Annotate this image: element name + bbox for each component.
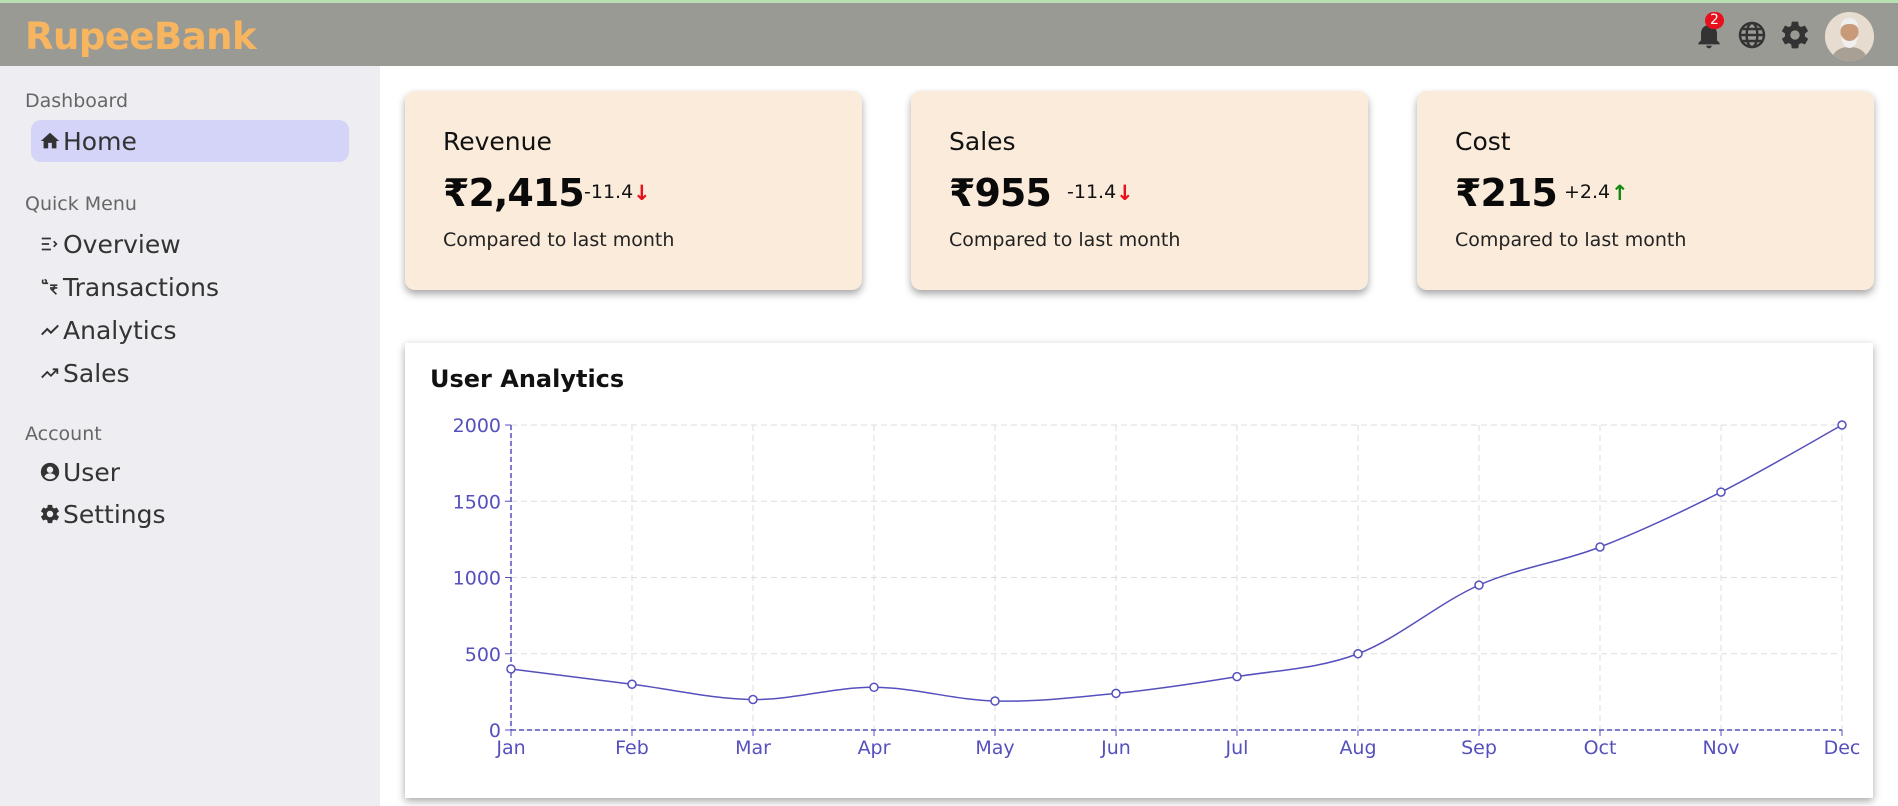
data-point bbox=[506, 664, 516, 674]
cost-card: Cost ₹215 +2.4 ↑ Compared to last month bbox=[1417, 91, 1874, 290]
globe-icon[interactable] bbox=[1736, 19, 1768, 51]
user-analytics-chart: 0500100015002000Jan Feb Mar Apr May Jun Jul Aug… bbox=[453, 415, 1861, 759]
sidebar-item-label: Home bbox=[63, 126, 137, 156]
y-tick-label: 2000 bbox=[453, 415, 501, 437]
sidebar-item-label: Settings bbox=[63, 499, 166, 529]
avatar[interactable] bbox=[1825, 12, 1874, 61]
x-tick-label: Apr bbox=[858, 737, 891, 759]
data-point bbox=[1232, 671, 1242, 682]
y-tick-label: 1500 bbox=[453, 491, 501, 513]
notification-badge: 2 bbox=[1705, 12, 1724, 29]
user-icon bbox=[40, 462, 60, 482]
sales-icon bbox=[41, 368, 59, 379]
data-point bbox=[1111, 688, 1121, 699]
sidebar-item-settings[interactable]: Settings bbox=[31, 493, 349, 535]
x-tick-label: Oct bbox=[1584, 737, 1617, 759]
revenue-card: Revenue ₹2,415 -11.4 ↓ Compared to last … bbox=[405, 91, 862, 290]
data-point bbox=[1716, 487, 1726, 497]
arrow-down-icon: ↓ bbox=[633, 181, 651, 205]
data-point bbox=[748, 694, 758, 705]
section-title-dashboard: Dashboard bbox=[25, 90, 129, 112]
analytics-icon bbox=[41, 324, 59, 336]
card-value: ₹215 bbox=[1455, 171, 1558, 215]
avatar-image bbox=[1825, 12, 1874, 61]
header-bar: RupeeBank 2 bbox=[0, 3, 1898, 66]
section-title-account: Account bbox=[25, 423, 102, 445]
data-point bbox=[1474, 580, 1484, 590]
card-note: Compared to last month bbox=[443, 229, 675, 251]
data-point bbox=[1595, 542, 1605, 552]
card-title: Sales bbox=[949, 127, 1016, 156]
data-point bbox=[627, 679, 637, 689]
data-point bbox=[990, 696, 1000, 706]
x-tick-label: Jun bbox=[1100, 737, 1131, 759]
x-tick-label: Aug bbox=[1339, 737, 1376, 759]
card-change: -11.4 bbox=[1067, 181, 1117, 203]
data-point bbox=[1353, 649, 1363, 659]
card-title: Cost bbox=[1455, 127, 1511, 156]
arrow-up-icon: ↑ bbox=[1611, 181, 1629, 205]
x-tick-label: Sep bbox=[1461, 737, 1497, 759]
card-change: -11.4 bbox=[584, 181, 634, 203]
arrow-down-icon: ↓ bbox=[1116, 181, 1134, 205]
x-tick-label: Dec bbox=[1824, 737, 1861, 759]
series-line bbox=[510, 424, 1843, 702]
data-point bbox=[1837, 420, 1847, 430]
card-value: ₹2,415 bbox=[443, 171, 585, 215]
sidebar-item-home[interactable]: Home bbox=[31, 120, 349, 162]
sidebar-item-transactions[interactable]: Transactions bbox=[31, 266, 349, 308]
x-tick-label: Mar bbox=[735, 737, 771, 759]
sidebar-item-overview[interactable]: Overview bbox=[31, 223, 349, 265]
home-icon bbox=[40, 132, 60, 149]
sidebar-item-label: User bbox=[63, 457, 120, 487]
sidebar-item-user[interactable]: User bbox=[31, 451, 349, 493]
gear-icon[interactable] bbox=[1779, 19, 1811, 51]
sidebar-item-label: Sales bbox=[63, 358, 130, 388]
sidebar: Dashboard Home Quick Menu Overview Trans… bbox=[0, 66, 380, 806]
x-tick-label: Jul bbox=[1225, 737, 1249, 759]
sidebar-item-sales[interactable]: Sales bbox=[31, 352, 349, 394]
sidebar-item-label: Overview bbox=[63, 229, 181, 259]
sales-card: Sales ₹955 -11.4 ↓ Compared to last mont… bbox=[911, 91, 1368, 290]
x-tick-label: Jan bbox=[495, 737, 525, 759]
sidebar-item-analytics[interactable]: Analytics bbox=[31, 309, 349, 351]
section-title-quick-menu: Quick Menu bbox=[25, 193, 137, 215]
card-change: +2.4 bbox=[1564, 181, 1611, 203]
card-note: Compared to last month bbox=[949, 229, 1181, 251]
overview-icon bbox=[41, 237, 58, 251]
app-logo[interactable]: RupeeBank bbox=[25, 15, 257, 58]
card-value: ₹955 bbox=[949, 171, 1052, 215]
sidebar-item-label: Transactions bbox=[63, 272, 220, 302]
data-point bbox=[869, 682, 879, 693]
user-analytics-card: User Analytics 0 500 1000 1500 2000 Jan Feb Mar… bbox=[405, 343, 1873, 798]
y-tick-label: 1000 bbox=[453, 568, 501, 590]
y-tick-label: 500 bbox=[465, 644, 501, 666]
sidebar-item-label: Analytics bbox=[63, 315, 177, 345]
x-tick-label: May bbox=[975, 737, 1014, 759]
x-tick-label: Nov bbox=[1702, 737, 1739, 759]
card-note: Compared to last month bbox=[1455, 229, 1687, 251]
transactions-icon bbox=[41, 278, 58, 295]
settings-icon bbox=[41, 504, 59, 524]
card-title: Revenue bbox=[443, 127, 552, 156]
x-tick-label: Feb bbox=[615, 737, 649, 759]
